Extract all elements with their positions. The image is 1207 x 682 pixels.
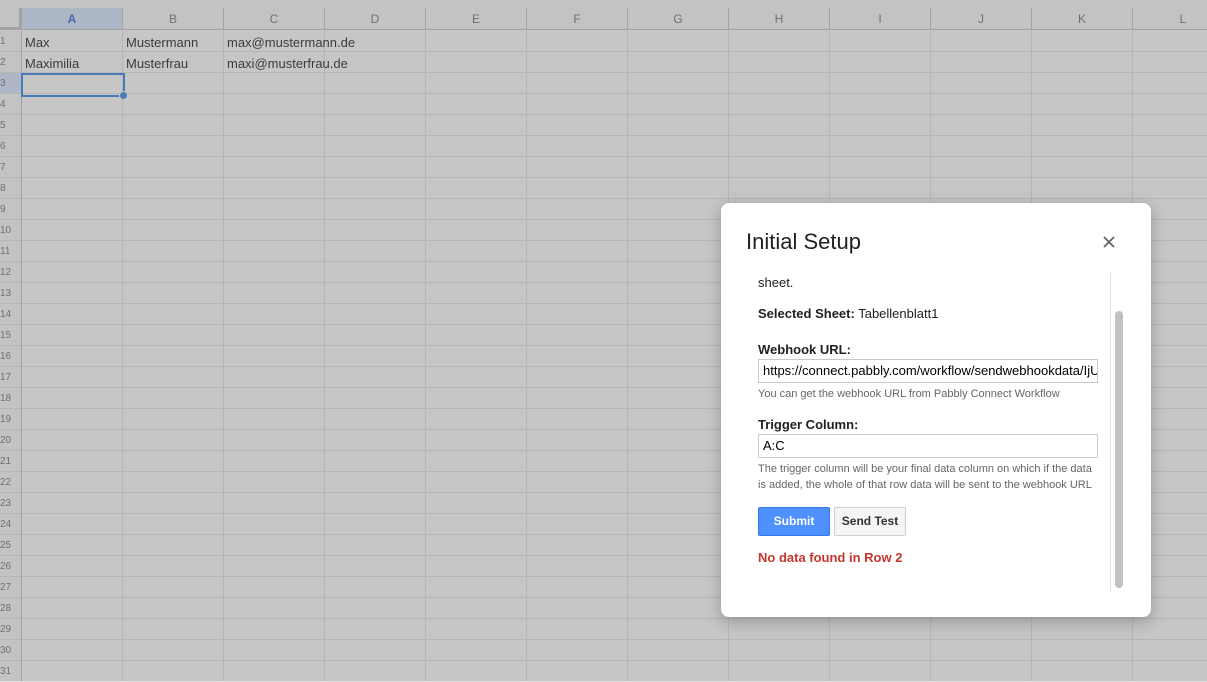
error-message: No data found in Row 2	[758, 550, 903, 565]
trigger-column-hint: The trigger column will be your final da…	[758, 463, 1092, 491]
webhook-url-hint: You can get the webhook URL from Pabbly …	[758, 388, 1060, 400]
submit-button[interactable]: Submit	[758, 507, 830, 536]
selected-sheet: Selected Sheet: Tabellenblatt1	[758, 306, 938, 321]
selected-sheet-value: Tabellenblatt1	[858, 306, 939, 321]
dialog-content: sheet. Selected Sheet: Tabellenblatt1 We…	[758, 273, 1113, 591]
trigger-column-label: Trigger Column:	[758, 417, 859, 432]
initial-setup-dialog: Initial Setup sheet. Selected Sheet: Tab…	[721, 203, 1151, 617]
trigger-column-input[interactable]: A:C	[758, 434, 1098, 458]
webhook-url-input[interactable]: https://connect.pabbly.com/workflow/send…	[758, 359, 1098, 383]
scrollbar-thumb[interactable]	[1115, 311, 1123, 588]
dialog-scrollbar[interactable]	[1110, 273, 1126, 591]
selected-sheet-label: Selected Sheet:	[758, 306, 855, 321]
close-icon[interactable]	[1098, 231, 1120, 253]
intro-text: sheet.	[758, 275, 794, 290]
dialog-title: Initial Setup	[746, 229, 861, 254]
webhook-url-label: Webhook URL:	[758, 342, 851, 357]
send-test-button[interactable]: Send Test	[834, 507, 906, 536]
